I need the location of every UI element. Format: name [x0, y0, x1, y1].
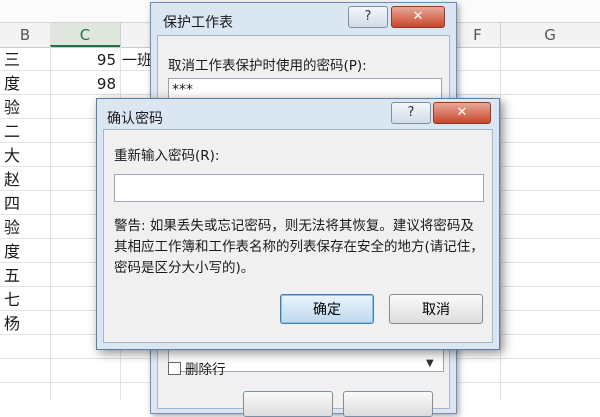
confirm-dialog-body: 重新输入密码(R): 警告: 如果丢失或忘记密码，则无法将其恢复。建议将密码及其…: [103, 129, 493, 343]
column-header-c[interactable]: C: [50, 23, 121, 47]
close-icon: ✕: [456, 105, 468, 120]
cell-b8[interactable]: 验: [4, 216, 44, 240]
ok-button[interactable]: 确定: [280, 294, 374, 324]
reenter-password-label: 重新输入密码(R):: [114, 148, 220, 164]
column-header-b[interactable]: B: [0, 23, 51, 47]
cell-b2[interactable]: 度: [4, 72, 44, 96]
confirm-help-button[interactable]: ?: [391, 102, 431, 124]
protect-cancel-button[interactable]: [343, 391, 433, 417]
cell-b12[interactable]: 杨: [4, 312, 44, 336]
cell-b6[interactable]: 赵: [4, 168, 44, 192]
cell-c2[interactable]: 98: [60, 72, 116, 96]
help-icon: ?: [364, 9, 372, 24]
cell-b1[interactable]: 三: [4, 48, 44, 72]
cell-b3[interactable]: 验: [4, 96, 44, 120]
cell-b4[interactable]: 二: [4, 120, 44, 144]
column-header-f[interactable]: F: [455, 23, 501, 47]
cancel-button[interactable]: 取消: [389, 294, 483, 324]
cell-b11[interactable]: 七: [4, 288, 44, 312]
cell-b10[interactable]: 五: [4, 264, 44, 288]
help-button[interactable]: ?: [348, 6, 388, 28]
permission-delete-rows[interactable]: 删除行: [168, 358, 226, 378]
cell-b7[interactable]: 四: [4, 192, 44, 216]
confirm-dialog-title: 确认密码: [107, 111, 163, 127]
scroll-down-icon[interactable]: ▼: [426, 358, 434, 369]
protect-password-input[interactable]: ***: [168, 78, 442, 100]
warning-text: 警告: 如果丢失或忘记密码，则无法将其恢复。建议将密码及其相应工作簿和工作表名称…: [114, 218, 484, 276]
column-header-g[interactable]: G: [500, 23, 600, 47]
close-icon: ✕: [412, 9, 424, 24]
permission-label: 删除行: [185, 362, 226, 378]
cell-c1[interactable]: 95: [60, 48, 116, 72]
protect-password-label: 取消工作表保护时使用的密码(P):: [168, 58, 367, 74]
cell-b9[interactable]: 度: [4, 240, 44, 264]
confirm-close-button[interactable]: ✕: [433, 102, 491, 124]
reenter-password-input[interactable]: [114, 174, 484, 202]
checkbox-icon[interactable]: [168, 362, 181, 375]
confirm-password-dialog: 确认密码 ? ✕ 重新输入密码(R): 警告: 如果丢失或忘记密码，则无法将其恢…: [96, 98, 500, 350]
cell-d1[interactable]: 一班: [122, 48, 152, 72]
close-button[interactable]: ✕: [391, 6, 445, 28]
help-icon: ?: [407, 105, 415, 120]
protect-ok-button[interactable]: [243, 391, 333, 417]
protect-dialog-title: 保护工作表: [163, 15, 233, 31]
cell-b5[interactable]: 大: [4, 144, 44, 168]
